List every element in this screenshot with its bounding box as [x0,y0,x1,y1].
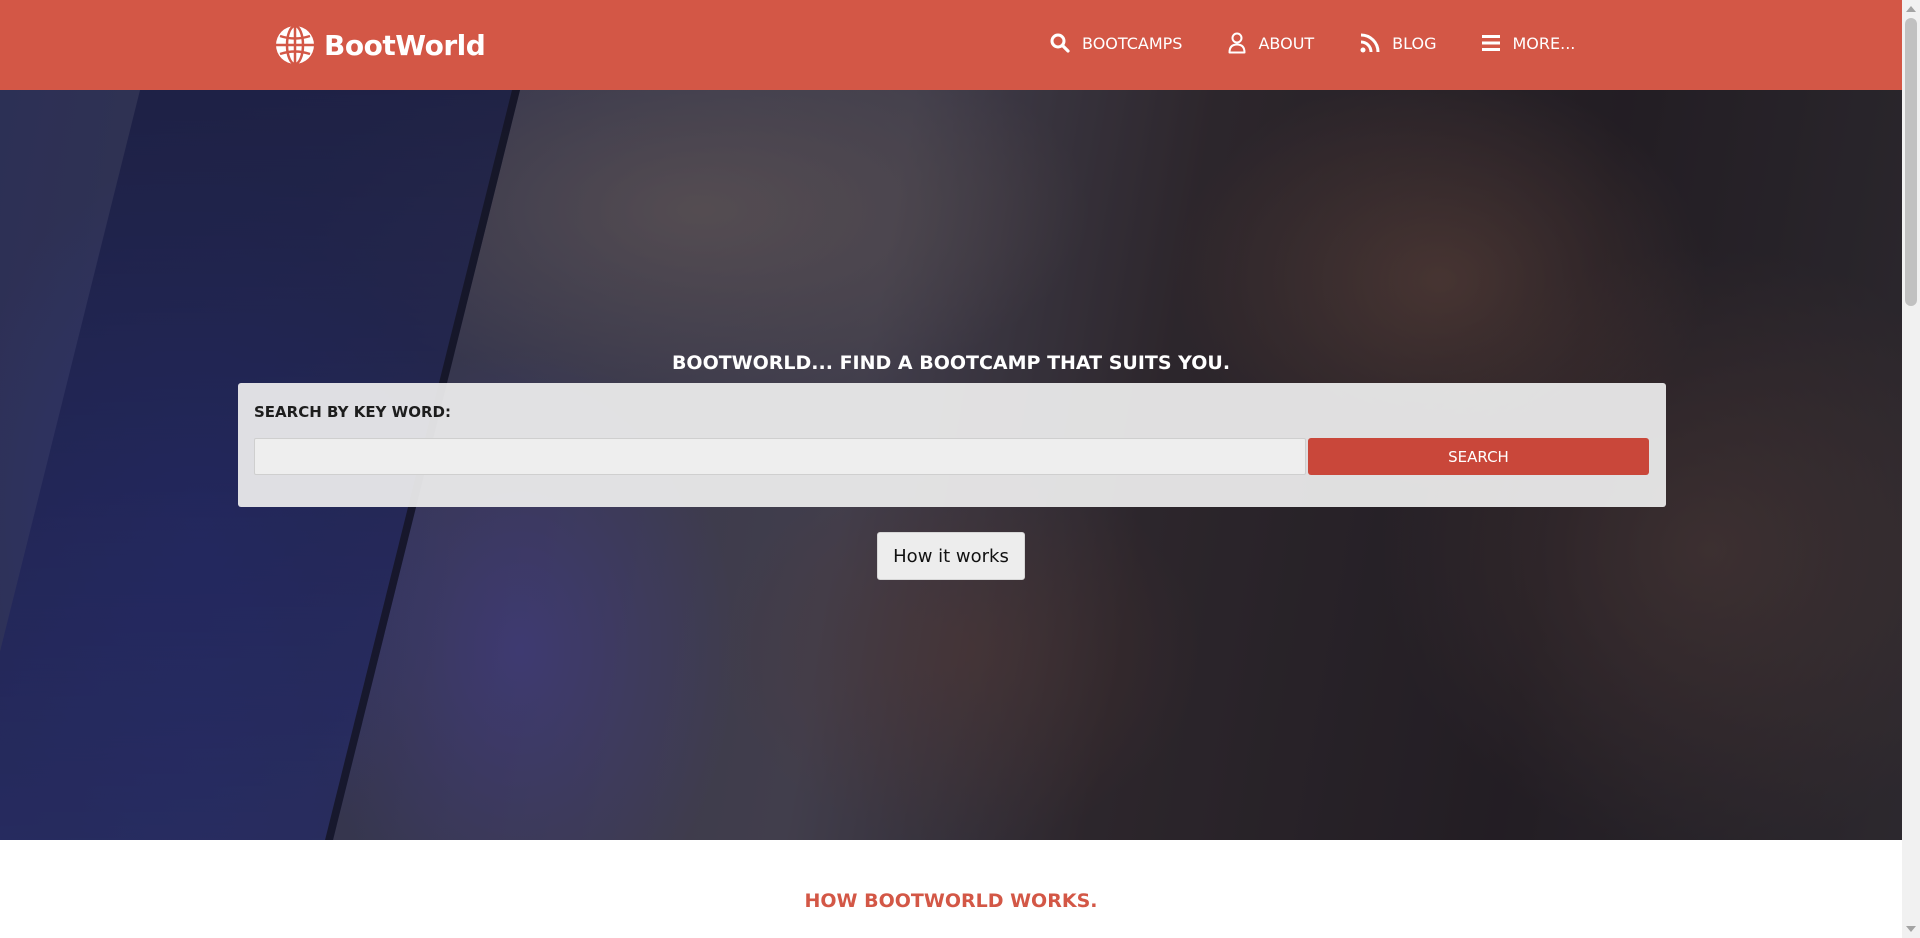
scroll-thumb[interactable] [1905,18,1917,306]
search-icon [1050,33,1070,53]
user-icon [1228,32,1246,54]
search-label: SEARCH BY KEY WORD: [254,403,451,421]
search-panel: SEARCH BY KEY WORD: SEARCH [238,383,1666,507]
hero-section: BOOTWORLD... FIND A BOOTCAMP THAT SUITS … [0,90,1902,840]
brand-name: BootWorld [324,28,486,62]
site-header: BootWorld BOOTCAMPS ABOUT BLOG MORE... [0,0,1902,90]
nav-about-label: ABOUT [1258,33,1315,53]
how-it-works-heading: HOW BOOTWORLD WORKS. [804,890,1098,912]
rss-icon [1360,33,1380,53]
globe-icon [276,24,314,66]
page-scrollbar[interactable] [1902,0,1920,938]
search-input[interactable] [254,438,1306,475]
search-button[interactable]: SEARCH [1308,438,1649,475]
nav-more-label: MORE... [1512,33,1576,53]
nav-blog-label: BLOG [1392,33,1437,53]
main-nav: BOOTCAMPS ABOUT BLOG MORE... [1050,32,1575,54]
nav-bootcamps-label: BOOTCAMPS [1082,33,1183,53]
brand-logo[interactable]: BootWorld [274,24,486,66]
how-it-works-button[interactable]: How it works [877,532,1025,580]
scroll-up-arrow-icon[interactable] [1906,6,1916,12]
scroll-down-arrow-icon[interactable] [1906,926,1916,932]
nav-blog[interactable]: BLOG [1360,32,1436,54]
menu-icon [1482,35,1501,51]
nav-more[interactable]: MORE... [1482,32,1575,54]
nav-about[interactable]: ABOUT [1228,32,1314,54]
nav-bootcamps[interactable]: BOOTCAMPS [1050,32,1182,54]
hero-title: BOOTWORLD... FIND A BOOTCAMP THAT SUITS … [671,352,1231,374]
